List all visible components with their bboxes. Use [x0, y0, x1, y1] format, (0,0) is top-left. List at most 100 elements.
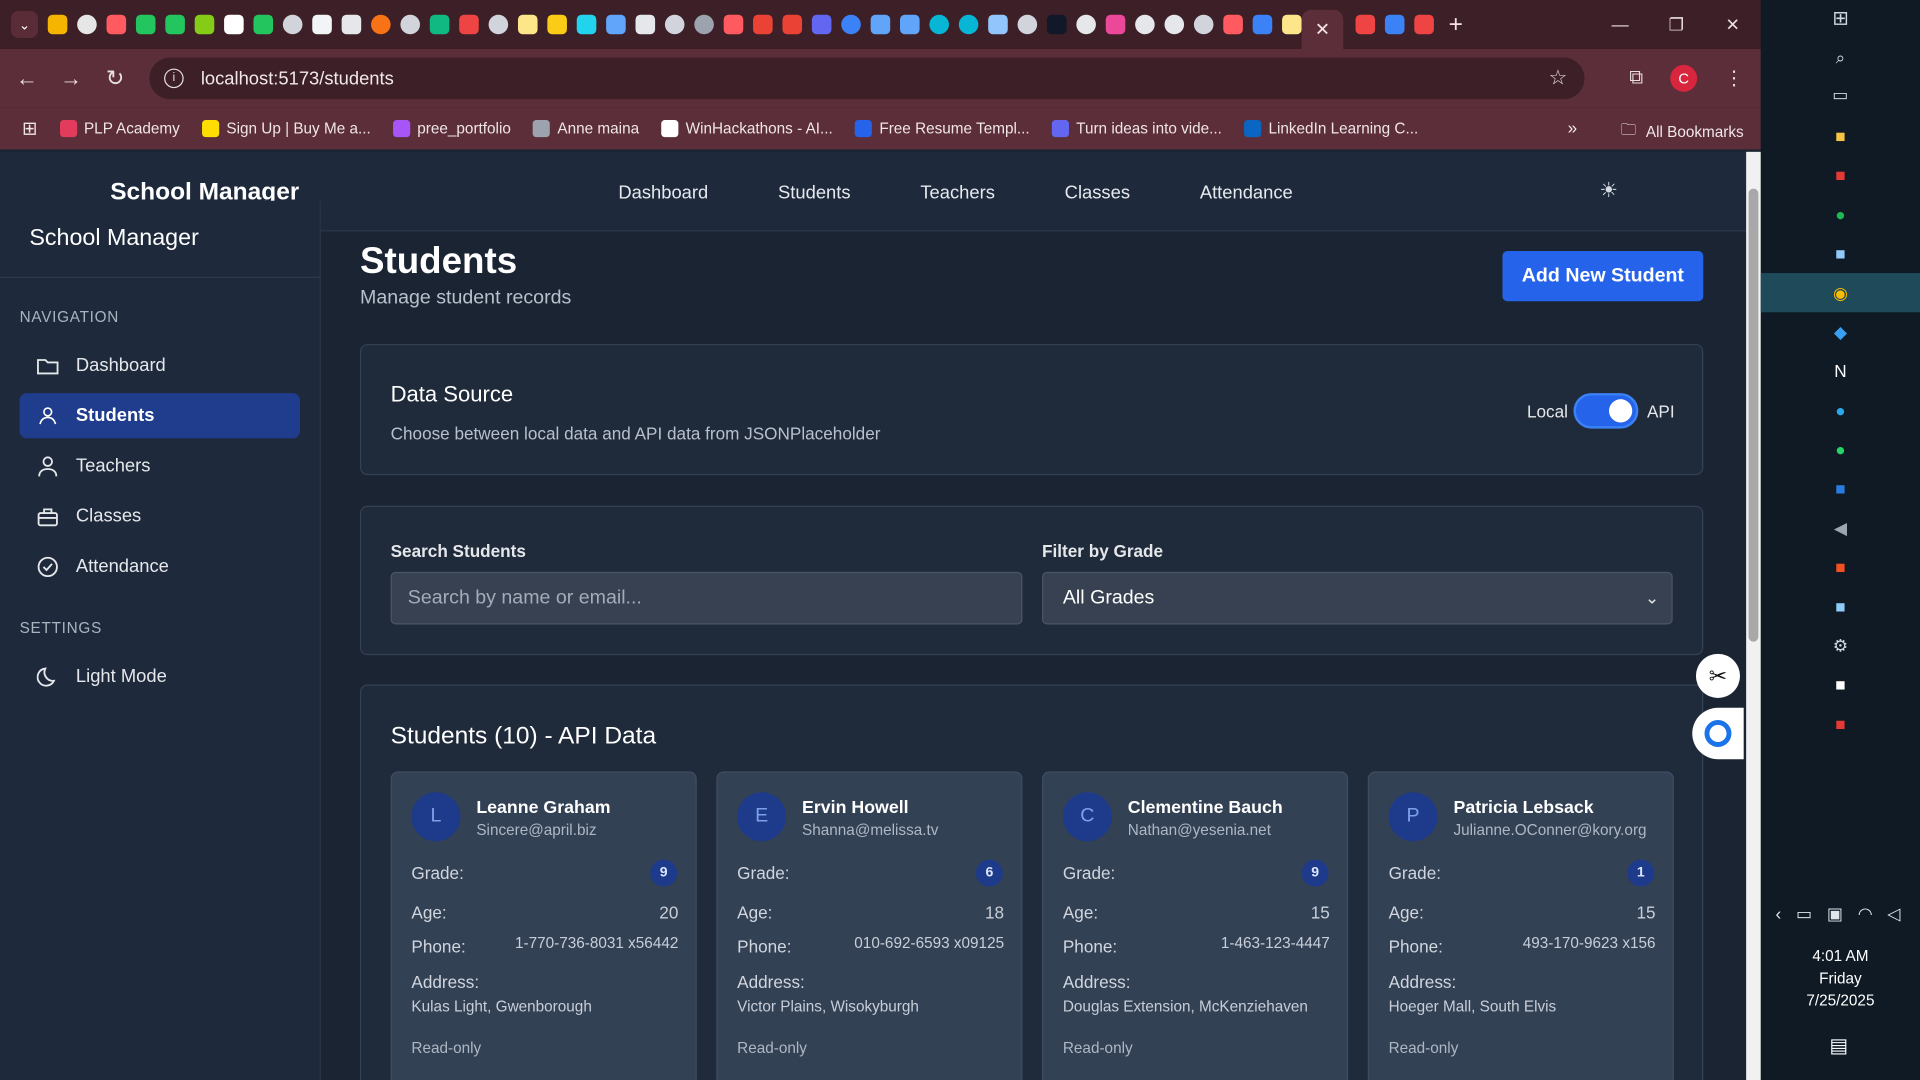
notification-icon[interactable]: ▤	[1829, 1033, 1848, 1057]
vscode-icon[interactable]: ◆	[1829, 321, 1851, 343]
tab-favicon[interactable]	[988, 14, 1008, 35]
tab-favicon[interactable]	[694, 14, 714, 35]
data-source-toggle[interactable]	[1573, 393, 1639, 429]
tab-favicon[interactable]	[47, 14, 68, 35]
tab-favicon[interactable]	[811, 14, 832, 35]
gmail-tab-icon[interactable]	[782, 14, 803, 35]
bookmark-item[interactable]: Sign Up | Buy Me a...	[201, 120, 371, 138]
chevron-left-icon[interactable]: ‹	[1776, 904, 1782, 925]
bookmark-item[interactable]: WinHackathons - AI...	[661, 120, 833, 138]
sidebar-item-attendance[interactable]: Attendance	[20, 544, 300, 589]
file-explorer-icon[interactable]: ■	[1829, 125, 1851, 147]
new-tab-button[interactable]: +	[1449, 10, 1463, 38]
sidebar-item-dashboard[interactable]: Dashboard	[20, 343, 300, 388]
github-tab-icon[interactable]	[77, 14, 97, 35]
tab-favicon[interactable]	[1252, 14, 1273, 35]
github-tab-icon[interactable]	[1076, 14, 1096, 35]
battery-icon[interactable]: ▭	[1796, 904, 1812, 925]
app-icon[interactable]: ■	[1829, 713, 1851, 735]
tab-favicon[interactable]	[253, 14, 274, 35]
tab-favicon[interactable]	[341, 14, 362, 35]
topnav-attendance[interactable]: Attendance	[1200, 182, 1293, 203]
reload-icon[interactable]: ↻	[93, 66, 137, 92]
tab-favicon[interactable]	[1193, 14, 1214, 35]
tab-favicon[interactable]	[400, 14, 421, 35]
scissors-icon[interactable]: ✂	[1695, 653, 1741, 698]
whatsapp-icon[interactable]: ●	[1829, 438, 1851, 460]
add-new-student-button[interactable]: Add New Student	[1502, 251, 1704, 302]
tab-favicon[interactable]	[576, 14, 597, 35]
tab-favicon[interactable]	[1384, 14, 1405, 35]
bookmark-item[interactable]: Anne maina	[532, 120, 639, 138]
topnav-classes[interactable]: Classes	[1065, 182, 1130, 203]
address-bar[interactable]: i localhost:5173/students ☆	[149, 57, 1585, 100]
gmail-tab-icon[interactable]	[753, 14, 773, 35]
sidebar-item-classes[interactable]: Classes	[20, 493, 300, 538]
site-info-icon[interactable]: i	[164, 68, 184, 89]
maximize-icon[interactable]: ❐	[1648, 0, 1704, 49]
app-icon[interactable]: ■	[1829, 164, 1851, 186]
app-icon[interactable]: ◀	[1829, 517, 1851, 539]
more-bookmarks-icon[interactable]: »	[1568, 118, 1578, 138]
tab-favicon[interactable]	[488, 14, 509, 35]
tab-favicon[interactable]	[1414, 14, 1434, 35]
tab-favicon[interactable]	[135, 14, 156, 35]
tab-favicon[interactable]	[841, 14, 861, 35]
url-text[interactable]: localhost:5173/students	[201, 68, 394, 89]
bookmark-item[interactable]: Turn ideas into vide...	[1051, 120, 1222, 138]
spotify-icon[interactable]: ●	[1829, 203, 1851, 225]
settings-gear-icon[interactable]: ⚙	[1829, 634, 1851, 656]
active-tab-close-icon[interactable]: ✕	[1301, 9, 1344, 49]
app-icon[interactable]: ■	[1829, 556, 1851, 578]
tab-favicon[interactable]	[635, 14, 656, 35]
scroll-thumb[interactable]	[1748, 188, 1759, 642]
sidebar-item-students[interactable]: Students	[19, 393, 301, 439]
tab-favicon[interactable]	[1046, 14, 1067, 35]
tab-favicon[interactable]	[165, 14, 185, 35]
grade-filter-select[interactable]: All Grades ⌄	[1042, 571, 1673, 625]
telegram-icon[interactable]: ●	[1829, 399, 1851, 421]
tab-favicon[interactable]	[664, 14, 685, 35]
topnav-students[interactable]: Students	[778, 182, 851, 203]
apps-grid-icon[interactable]: ⊞	[22, 118, 37, 140]
volume-icon[interactable]: ◁	[1887, 904, 1900, 925]
chrome-icon[interactable]: ◉	[1829, 282, 1851, 304]
tab-favicon[interactable]	[459, 14, 479, 35]
tab-favicon[interactable]	[106, 14, 127, 35]
tab-favicon[interactable]	[1017, 14, 1038, 35]
app-tray-icon[interactable]: ▣	[1827, 904, 1843, 925]
windows-start-icon[interactable]: ⊞	[1829, 7, 1851, 30]
search-input[interactable]	[390, 571, 1023, 625]
tab-favicon[interactable]	[723, 14, 744, 35]
minimize-icon[interactable]: —	[1592, 0, 1648, 49]
tab-favicon[interactable]	[517, 14, 538, 35]
tab-favicon[interactable]	[312, 14, 332, 35]
tab-favicon[interactable]	[282, 14, 303, 35]
all-bookmarks[interactable]: 🗀 All Bookmarks	[1621, 119, 1744, 145]
page-scrollbar[interactable]	[1746, 151, 1761, 1080]
app-icon[interactable]: ■	[1829, 595, 1851, 617]
tab-favicon[interactable]	[929, 14, 949, 35]
tab-favicon[interactable]	[1105, 14, 1126, 35]
tab-search-button[interactable]: ⌄	[11, 11, 38, 38]
tab-favicon[interactable]	[870, 14, 891, 35]
task-view-icon[interactable]: ▭	[1829, 83, 1851, 105]
profile-avatar[interactable]: C	[1670, 64, 1698, 92]
notion-icon[interactable]: N	[1829, 360, 1851, 382]
tab-favicon[interactable]	[958, 14, 979, 35]
sun-icon[interactable]: ☀	[1599, 179, 1618, 203]
app-icon[interactable]: ■	[1829, 673, 1851, 695]
topnav-dashboard[interactable]: Dashboard	[618, 182, 708, 203]
tab-favicon[interactable]	[429, 14, 450, 35]
tab-favicon[interactable]	[371, 14, 391, 35]
close-window-icon[interactable]: ✕	[1705, 0, 1761, 49]
taskbar-clock[interactable]: 4:01 AM Friday 7/25/2025	[1761, 945, 1920, 1011]
tab-favicon[interactable]	[1282, 14, 1302, 35]
tab-favicon[interactable]	[547, 14, 567, 35]
bookmark-item[interactable]: Free Resume Templ...	[854, 120, 1030, 138]
tab-favicon[interactable]	[606, 14, 626, 35]
tab-favicon[interactable]	[1223, 14, 1243, 35]
tab-favicon[interactable]	[900, 14, 920, 35]
floating-assistant-button[interactable]	[1692, 707, 1744, 760]
tab-favicon[interactable]	[1355, 14, 1376, 35]
